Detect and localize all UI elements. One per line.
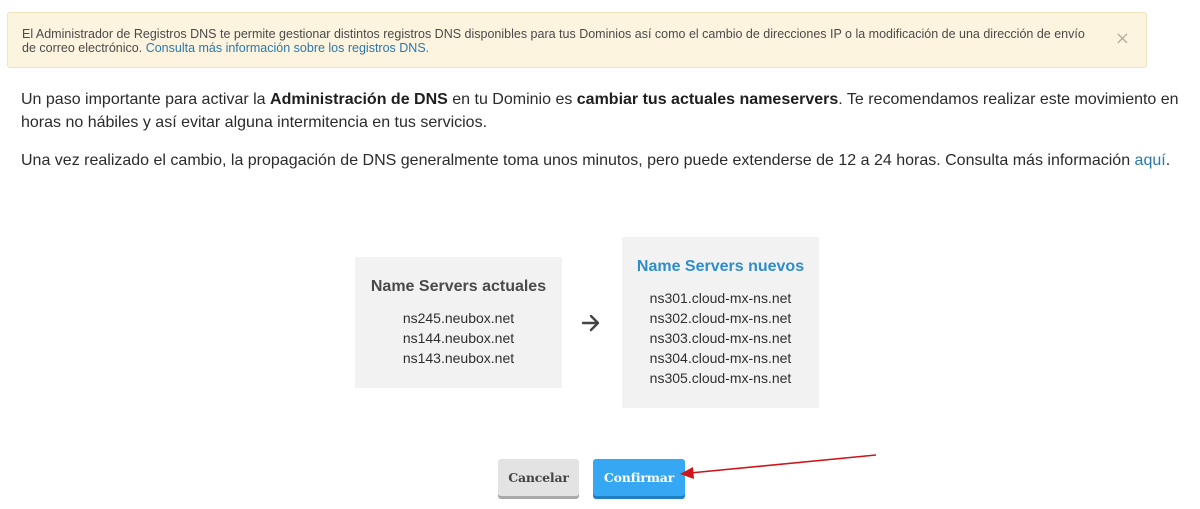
current-nameservers-title: Name Servers actuales [370,278,547,295]
annotation-arrow [680,454,877,479]
propagation-paragraph: Una vez realizado el cambio, la propagac… [21,149,1191,172]
new-nameserver: ns305.cloud-mx-ns.net [649,370,792,386]
dns-nameserver-change-page: El Administrador de Registros DNS te per… [0,0,1200,509]
current-nameserver: ns144.neubox.net [402,330,515,346]
current-nameservers-list: ns245.neubox.net ns144.neubox.net ns143.… [355,308,562,368]
new-nameserver: ns303.cloud-mx-ns.net [649,330,792,346]
intro-bold-change-nameservers: cambiar tus actuales nameservers [576,91,839,108]
info-alert: El Administrador de Registros DNS te per… [7,12,1147,68]
current-nameservers-box: Name Servers actuales ns245.neubox.net n… [355,257,562,388]
new-nameservers-box: Name Servers nuevos ns301.cloud-mx-ns.ne… [622,237,819,408]
current-nameserver: ns143.neubox.net [402,350,515,366]
propagation-end: . [1165,152,1171,169]
close-icon[interactable]: × [1115,30,1130,48]
dns-records-info-link[interactable]: Consulta más información sobre los regis… [146,41,429,55]
intro-text-1: Un paso importante para activar la [21,91,271,108]
new-nameserver: ns304.cloud-mx-ns.net [649,350,792,366]
new-nameserver: ns302.cloud-mx-ns.net [649,310,792,326]
intro-bold-dns-admin: Administración de DNS [270,91,448,108]
current-nameserver: ns245.neubox.net [402,310,515,326]
intro-text-2: en tu Dominio es [447,91,577,108]
new-nameservers-list: ns301.cloud-mx-ns.net ns302.cloud-mx-ns.… [622,288,819,388]
annotation-arrow-line [689,454,877,474]
arrow-right-icon [581,314,600,332]
new-nameservers-title: Name Servers nuevos [636,258,805,275]
new-nameserver: ns301.cloud-mx-ns.net [649,290,792,306]
cancel-button[interactable]: Cancelar [498,459,579,496]
propagation-text: Una vez realizado el cambio, la propagac… [21,152,1135,169]
intro-paragraph: Un paso importante para activar la Admin… [21,88,1181,134]
confirm-button[interactable]: Confirmar [593,459,685,496]
more-info-link[interactable]: aquí [1135,152,1166,169]
